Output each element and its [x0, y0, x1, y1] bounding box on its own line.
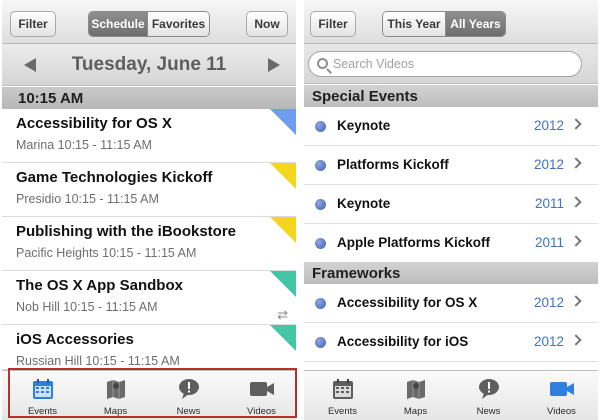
bullet-icon: [315, 199, 326, 210]
calendar-icon: [332, 379, 353, 399]
filter-button[interactable]: Filter: [310, 11, 356, 37]
video-row[interactable]: Accessibility for iOS 2012: [304, 323, 598, 362]
video-year: 2012: [533, 295, 564, 310]
session-row[interactable]: Publishing with the iBookstore Pacific H…: [2, 217, 296, 271]
video-camera-icon: [549, 382, 574, 396]
chevron-right-icon: [570, 235, 582, 247]
video-row[interactable]: Platforms Kickoff 2012: [304, 146, 598, 185]
video-title: Apple Platforms Kickoff: [337, 235, 491, 250]
tab-events[interactable]: Events: [306, 371, 379, 420]
video-year: 2012: [533, 157, 564, 172]
date-navigation-bar: Tuesday, June 11: [2, 44, 296, 86]
video-title: Keynote: [337, 196, 391, 211]
chevron-right-icon: [570, 118, 582, 130]
video-title: Accessibility for OS X: [337, 295, 478, 310]
top-toolbar: Filter This Year All Years: [304, 0, 598, 44]
bullet-icon: [315, 238, 326, 249]
video-row[interactable]: Apple Platforms Kickoff 2011: [304, 224, 598, 263]
top-toolbar: Filter Schedule Favorites Now: [2, 0, 296, 44]
search-bar: Search Videos: [304, 44, 598, 84]
track-color-tag: [270, 325, 296, 351]
time-section-header: 10:15 AM: [2, 87, 296, 109]
bullet-icon: [315, 298, 326, 309]
date-title: Tuesday, June 11: [71, 53, 227, 75]
tab-label: Events: [327, 406, 358, 417]
chevron-right-icon: [570, 157, 582, 169]
search-placeholder: Search Videos: [333, 57, 415, 71]
chevron-right-icon: [570, 295, 582, 307]
session-row[interactable]: iOS Accessories Russian Hill 10:15 - 11:…: [2, 325, 296, 370]
section-header: Frameworks: [304, 262, 598, 284]
videos-screen: Filter This Year All Years Search Videos…: [304, 0, 598, 420]
track-color-tag: [270, 271, 296, 297]
right-triangle-icon[interactable]: [268, 58, 280, 72]
schedule-segmented-control: Schedule Favorites: [88, 11, 210, 37]
repeat-icon: ⇄: [277, 307, 288, 322]
session-title: Accessibility for OS X: [16, 115, 172, 132]
video-year: 2011: [534, 196, 564, 211]
video-year: 2011: [534, 235, 564, 250]
now-button[interactable]: Now: [246, 11, 288, 37]
session-subtitle: Russian Hill 10:15 - 11:15 AM: [16, 354, 180, 368]
session-subtitle: Marina 10:15 - 11:15 AM: [16, 138, 152, 152]
bullet-icon: [315, 337, 326, 348]
session-subtitle: Presidio 10:15 - 11:15 AM: [16, 192, 159, 206]
session-title: Game Technologies Kickoff: [16, 169, 213, 186]
session-subtitle: Pacific Heights 10:15 - 11:15 AM: [16, 246, 197, 260]
schedule-screen: Filter Schedule Favorites Now Tuesday, J…: [2, 0, 296, 420]
session-title: Publishing with the iBookstore: [16, 223, 237, 240]
search-input[interactable]: Search Videos: [308, 51, 582, 77]
bullet-icon: [315, 160, 326, 171]
year-segmented-control: This Year All Years: [382, 11, 506, 37]
tab-label: Maps: [403, 406, 428, 417]
search-icon: [317, 58, 328, 69]
filter-button[interactable]: Filter: [10, 11, 56, 37]
all-years-segment[interactable]: All Years: [445, 12, 505, 36]
track-color-tag: [270, 109, 296, 135]
tab-maps[interactable]: Maps: [379, 371, 452, 420]
favorites-segment[interactable]: Favorites: [147, 12, 209, 36]
chevron-right-icon: [570, 196, 582, 208]
video-title: Keynote: [337, 118, 391, 133]
bullet-icon: [315, 121, 326, 132]
tab-bar: Events Maps News Videos: [304, 370, 598, 420]
tab-label: News: [476, 406, 501, 417]
session-row[interactable]: Accessibility for OS X Marina 10:15 - 11…: [2, 109, 296, 163]
tab-bar-highlight: [8, 368, 297, 418]
tab-videos[interactable]: Videos: [525, 371, 598, 420]
left-triangle-icon[interactable]: [24, 58, 36, 72]
this-year-segment[interactable]: This Year: [383, 12, 445, 36]
video-title: Platforms Kickoff: [337, 157, 449, 172]
video-row[interactable]: Keynote 2011: [304, 185, 598, 224]
session-row[interactable]: The OS X App Sandbox Nob Hill 10:15 - 11…: [2, 271, 296, 325]
video-year: 2012: [533, 118, 564, 133]
track-color-tag: [270, 163, 296, 189]
map-icon: [406, 380, 425, 399]
session-subtitle: Nob Hill 10:15 - 11:15 AM: [16, 300, 158, 314]
chevron-right-icon: [570, 334, 582, 346]
session-row[interactable]: Game Technologies Kickoff Presidio 10:15…: [2, 163, 296, 217]
track-color-tag: [270, 217, 296, 243]
tab-news[interactable]: News: [452, 371, 525, 420]
video-row[interactable]: Accessibility for OS X 2012: [304, 284, 598, 323]
video-title: Accessibility for iOS: [337, 334, 469, 349]
tab-label: Videos: [547, 406, 576, 417]
speech-bubble-icon: [478, 379, 499, 399]
schedule-segment[interactable]: Schedule: [89, 12, 147, 36]
video-row[interactable]: Keynote 2012: [304, 107, 598, 146]
session-title: iOS Accessories: [16, 331, 134, 348]
section-header: Special Events: [304, 85, 598, 107]
session-title: The OS X App Sandbox: [16, 277, 183, 294]
video-year: 2012: [533, 334, 564, 349]
